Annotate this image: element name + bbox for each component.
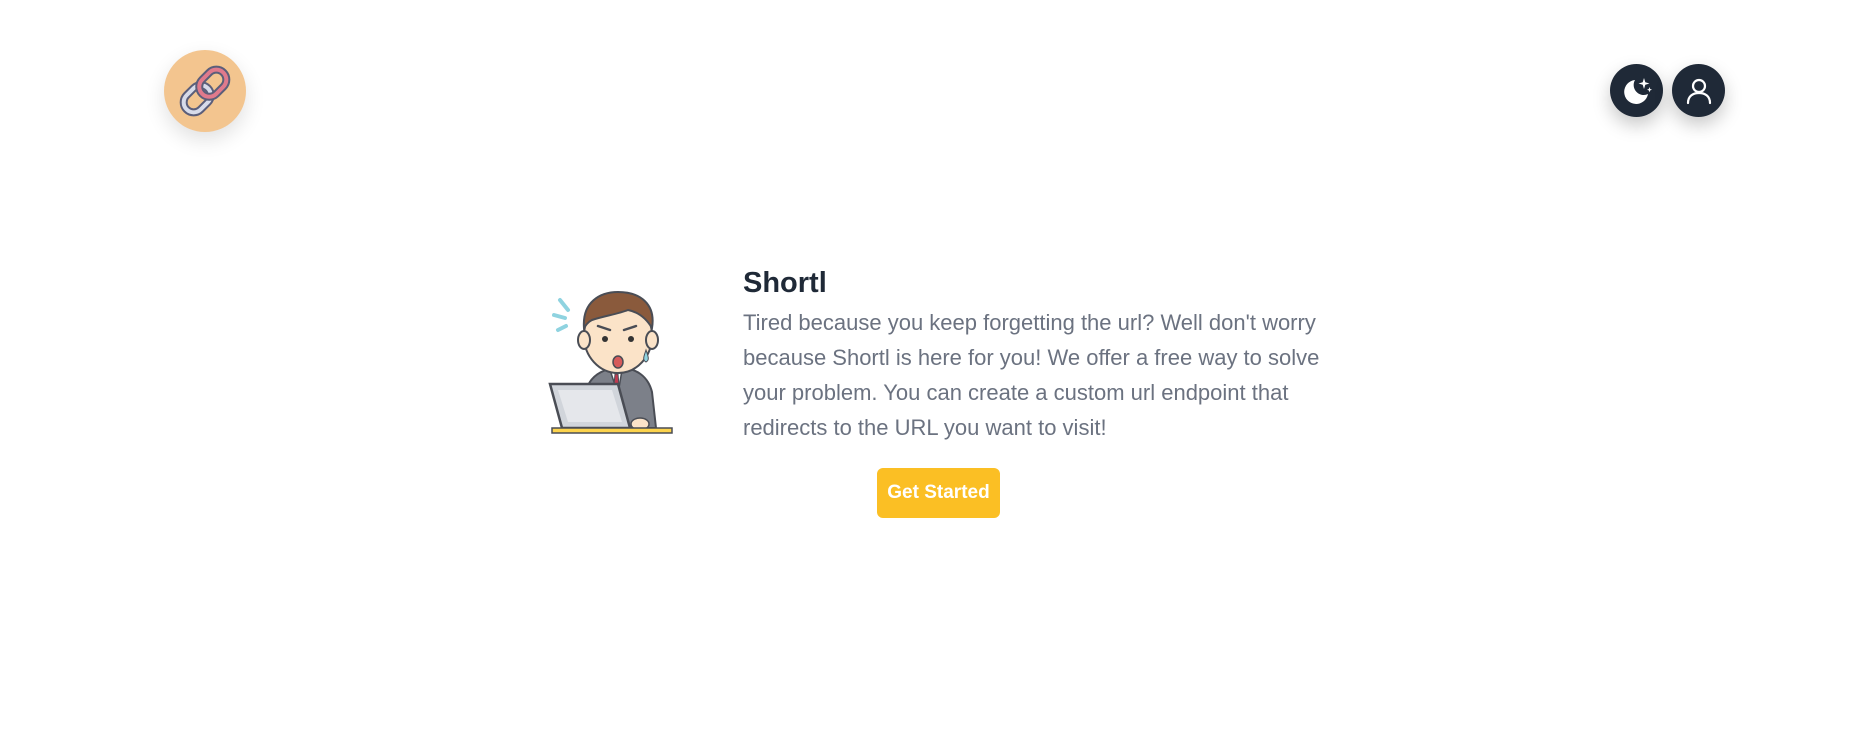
user-icon (1686, 78, 1711, 104)
worried-office-worker-illustration (548, 290, 673, 434)
hero-description: Tired because you keep forgetting the ur… (743, 310, 1320, 440)
hero-text: Shortl Tired because you keep forgetting… (743, 263, 1363, 445)
chain-link-icon (179, 65, 231, 117)
logo-button[interactable] (164, 50, 246, 132)
account-button[interactable] (1672, 64, 1725, 117)
header-actions (1610, 64, 1725, 117)
moon-stars-icon (1623, 77, 1652, 104)
get-started-button[interactable]: Get Started (877, 468, 1000, 518)
hero-title: Shortl (743, 267, 827, 299)
theme-toggle-button[interactable] (1610, 64, 1663, 117)
